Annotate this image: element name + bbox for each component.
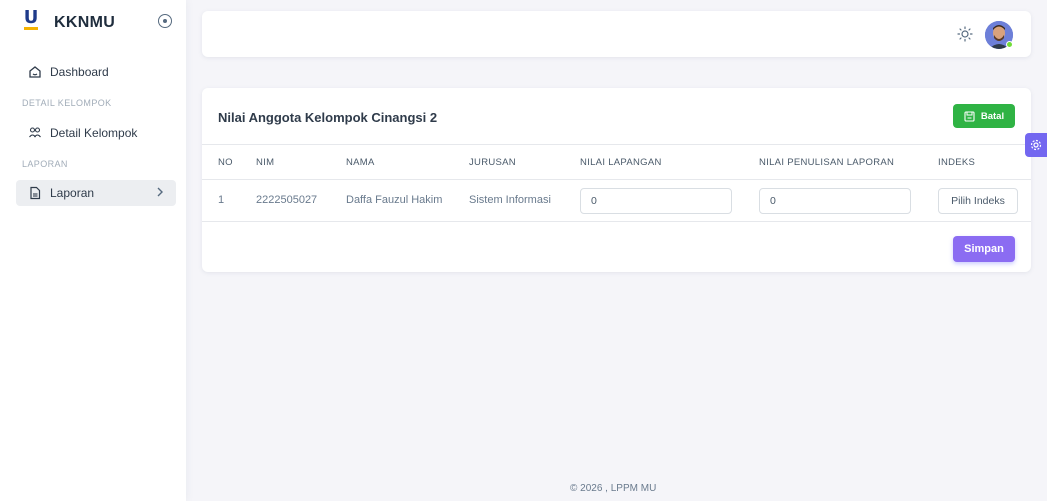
sidebar-item-label: Dashboard — [50, 65, 109, 79]
menu-header-detail: DETAIL KELOMPOK — [22, 98, 112, 108]
footer-copyright: © 2026 , LPPM MU — [570, 483, 657, 494]
top-navbar — [202, 11, 1031, 57]
sidebar-item-dashboard[interactable]: Dashboard — [16, 59, 176, 85]
brand-name: KKNMU — [54, 14, 116, 31]
save-icon — [964, 110, 975, 122]
sidebar-item-laporan[interactable]: Laporan — [16, 180, 176, 206]
simpan-button[interactable]: Simpan — [953, 236, 1015, 262]
column-header: NILAI LAPANGAN — [580, 157, 662, 168]
nilai-card: Nilai Anggota Kelompok Cinangsi 2 Batal … — [202, 88, 1031, 272]
sidebar: U KKNMU Dashboard DETAIL KELOMPOK Detail… — [0, 0, 186, 501]
card-title: Nilai Anggota Kelompok Cinangsi 2 — [218, 110, 438, 125]
batal-label: Batal — [980, 110, 1005, 122]
column-header: NO — [218, 157, 233, 168]
sidebar-collapse-icon[interactable] — [158, 14, 172, 28]
chevron-right-icon — [156, 186, 164, 201]
sun-icon[interactable] — [957, 26, 973, 42]
column-header: JURUSAN — [469, 157, 516, 168]
column-header: NAMA — [346, 157, 375, 168]
cell-nama: Daffa Fauzul Hakim — [346, 194, 443, 206]
users-icon — [28, 126, 42, 140]
sidebar-item-detail-kelompok[interactable]: Detail Kelompok — [16, 120, 176, 146]
batal-button[interactable]: Batal — [953, 104, 1015, 128]
sidebar-item-label: Laporan — [50, 186, 95, 200]
column-header: NILAI PENULISAN LAPORAN — [759, 157, 895, 168]
table-header: NO NIM NAMA JURUSAN NILAI LAPANGAN NILAI… — [202, 144, 1031, 180]
cell-jurusan: Sistem Informasi — [469, 194, 551, 206]
column-header: INDEKS — [938, 157, 976, 168]
gear-icon[interactable] — [1025, 133, 1047, 157]
file-icon — [28, 186, 42, 200]
brand-logo: U — [23, 7, 39, 30]
nilai-lapangan-input[interactable]: 0 — [580, 188, 732, 214]
table-row: 1 2222505027 Daffa Fauzul Hakim Sistem I… — [202, 180, 1031, 222]
column-header: NIM — [256, 157, 275, 168]
home-icon — [28, 65, 42, 79]
nilai-penulisan-input[interactable]: 0 — [759, 188, 911, 214]
online-status-badge — [1006, 41, 1013, 48]
cell-nim: 2222505027 — [256, 194, 318, 206]
indeks-select[interactable]: Pilih Indeks — [938, 188, 1018, 214]
cell-no: 1 — [218, 194, 225, 206]
sidebar-item-label: Detail Kelompok — [50, 126, 138, 140]
menu-header-laporan: LAPORAN — [22, 159, 68, 169]
